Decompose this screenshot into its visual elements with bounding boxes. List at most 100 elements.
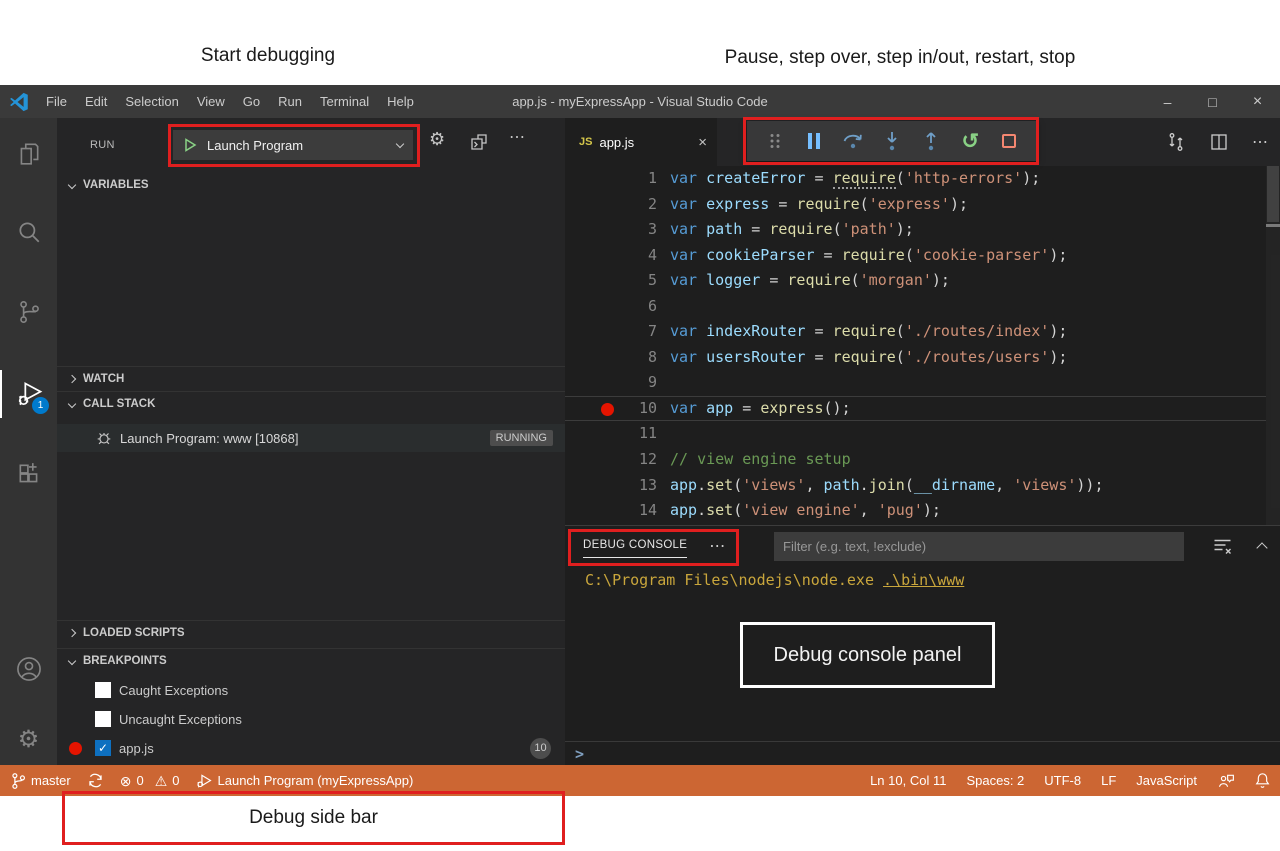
code-line-14: 14 app.set('view engine', 'pug'); bbox=[565, 498, 1266, 524]
accounts-icon[interactable] bbox=[0, 645, 57, 693]
breakpoint-checkbox[interactable] bbox=[95, 682, 111, 698]
cursor-position[interactable]: Ln 10, Col 11 bbox=[870, 773, 946, 788]
menu-edit[interactable]: Edit bbox=[76, 85, 116, 118]
step-into-icon bbox=[880, 129, 904, 153]
open-changes-icon[interactable] bbox=[1166, 132, 1186, 152]
menu-view[interactable]: View bbox=[188, 85, 234, 118]
console-output: C:\Program Files\nodejs\node.exe .\bin\w… bbox=[585, 571, 964, 589]
debug-toolbar: ↺ bbox=[747, 121, 1037, 161]
chevron-down-icon bbox=[68, 180, 76, 188]
tab-close-icon[interactable]: × bbox=[698, 134, 707, 151]
breakpoint-row-uncaught-exceptions[interactable]: Uncaught Exceptions bbox=[57, 705, 565, 733]
launch-config-dropdown[interactable]: Launch Program bbox=[173, 130, 413, 160]
sync-button[interactable] bbox=[87, 772, 104, 789]
menu-go[interactable]: Go bbox=[234, 85, 269, 118]
line-number[interactable]: 1 bbox=[565, 166, 657, 192]
code-line-12: 12 // view engine setup bbox=[565, 447, 1266, 473]
step-into-button[interactable] bbox=[879, 128, 905, 154]
scrollbar-thumb[interactable] bbox=[1267, 166, 1279, 222]
restart-button[interactable]: ↺ bbox=[957, 128, 983, 154]
section-watch[interactable]: WATCH bbox=[57, 366, 565, 391]
menu-help[interactable]: Help bbox=[378, 85, 423, 118]
line-number[interactable]: 12 bbox=[565, 447, 657, 473]
editor-more-actions-icon[interactable]: ⋯ bbox=[1252, 132, 1268, 152]
tab-appjs[interactable]: JS app.js × bbox=[565, 118, 717, 166]
code-text: // view engine setup bbox=[670, 447, 851, 473]
settings-gear-icon[interactable]: ⚙ bbox=[0, 715, 57, 763]
menu-selection[interactable]: Selection bbox=[116, 85, 187, 118]
breakpoint-row-app-js[interactable]: ✓app.js10 bbox=[57, 734, 565, 762]
menu-file[interactable]: File bbox=[37, 85, 76, 118]
editor-scrollbar[interactable] bbox=[1266, 166, 1280, 525]
views-more-actions-icon[interactable]: ⋯ bbox=[509, 130, 525, 146]
step-over-button[interactable] bbox=[840, 128, 866, 154]
line-number[interactable]: 9 bbox=[565, 370, 657, 396]
panel-more-tabs-icon[interactable]: ⋯ bbox=[709, 536, 725, 556]
notifications-button[interactable] bbox=[1255, 772, 1270, 789]
feedback-button[interactable] bbox=[1217, 773, 1235, 789]
source-control-icon[interactable] bbox=[0, 288, 57, 336]
step-out-button[interactable] bbox=[918, 128, 944, 154]
search-icon[interactable] bbox=[0, 208, 57, 256]
explorer-icon[interactable] bbox=[0, 130, 57, 178]
section-call-stack[interactable]: CALL STACK bbox=[57, 391, 565, 416]
debug-start-icon bbox=[196, 772, 213, 789]
title-bar: FileEditSelectionViewGoRunTerminalHelp a… bbox=[0, 85, 1280, 118]
breakpoint-row-caught-exceptions[interactable]: Caught Exceptions bbox=[57, 676, 565, 704]
breakpoint-checkbox[interactable] bbox=[95, 711, 111, 727]
line-number[interactable]: 8 bbox=[565, 345, 657, 371]
code-line-1: 1var createError = require('http-errors'… bbox=[565, 166, 1266, 192]
line-number[interactable]: 4 bbox=[565, 243, 657, 269]
maximize-button[interactable]: □ bbox=[1190, 85, 1235, 118]
menu-run[interactable]: Run bbox=[269, 85, 311, 118]
minimize-button[interactable]: – bbox=[1145, 85, 1190, 118]
eol-indicator[interactable]: LF bbox=[1101, 773, 1116, 788]
line-number[interactable]: 7 bbox=[565, 319, 657, 345]
problems-indicator[interactable]: ⊗ 0 ⚠ 0 bbox=[120, 773, 180, 788]
breakpoint-dot[interactable] bbox=[601, 403, 614, 416]
pause-button[interactable] bbox=[801, 128, 827, 154]
clear-console-icon[interactable] bbox=[1213, 538, 1232, 555]
split-editor-icon[interactable] bbox=[1210, 133, 1228, 151]
line-number[interactable]: 10 bbox=[565, 397, 657, 421]
code-text: var indexRouter = require('./routes/inde… bbox=[670, 319, 1067, 345]
code-text: app.set('view engine', 'pug'); bbox=[670, 498, 941, 524]
console-output-link[interactable]: .\bin\www bbox=[883, 571, 964, 589]
close-button[interactable]: × bbox=[1235, 85, 1280, 118]
restart-icon: ↺ bbox=[961, 131, 979, 152]
extensions-icon[interactable] bbox=[0, 450, 57, 498]
tab-debug-console[interactable]: DEBUG CONSOLE bbox=[583, 535, 687, 558]
launch-settings-gear-icon[interactable]: ⚙ bbox=[429, 130, 445, 148]
call-stack-session-row[interactable]: Launch Program: www [10868] RUNNING bbox=[57, 424, 565, 452]
section-loaded-scripts[interactable]: LOADED SCRIPTS bbox=[57, 620, 565, 645]
run-debug-icon[interactable]: 1 bbox=[0, 370, 57, 418]
code-text: app.set('views', path.join(__dirname, 'v… bbox=[670, 473, 1104, 499]
code-lines[interactable]: 1var createError = require('http-errors'… bbox=[565, 166, 1266, 525]
line-number[interactable]: 2 bbox=[565, 192, 657, 218]
line-number[interactable]: 14 bbox=[565, 498, 657, 524]
console-input-row[interactable]: > bbox=[565, 741, 1280, 765]
line-number[interactable]: 5 bbox=[565, 268, 657, 294]
maximize-panel-icon[interactable] bbox=[1256, 542, 1267, 553]
debug-console-toggle-icon[interactable] bbox=[469, 133, 489, 153]
debug-target-indicator[interactable]: Launch Program (myExpressApp) bbox=[196, 772, 414, 789]
annotation-box-debug-console-panel: Debug console panel bbox=[740, 622, 995, 688]
language-indicator[interactable]: JavaScript bbox=[1136, 773, 1197, 788]
debug-badge: 1 bbox=[32, 397, 49, 414]
line-number[interactable]: 13 bbox=[565, 473, 657, 499]
section-variables[interactable]: VARIABLES bbox=[57, 172, 565, 197]
console-filter-input[interactable] bbox=[774, 532, 1184, 561]
line-number[interactable]: 6 bbox=[565, 294, 657, 320]
indentation-indicator[interactable]: Spaces: 2 bbox=[966, 773, 1024, 788]
menu-terminal[interactable]: Terminal bbox=[311, 85, 378, 118]
encoding-indicator[interactable]: UTF-8 bbox=[1044, 773, 1081, 788]
debug-session-bug-icon bbox=[95, 429, 113, 447]
line-number[interactable]: 11 bbox=[565, 421, 657, 447]
section-breakpoints[interactable]: BREAKPOINTS bbox=[57, 648, 565, 673]
stop-button[interactable] bbox=[996, 128, 1022, 154]
breakpoint-checkbox[interactable]: ✓ bbox=[95, 740, 111, 756]
toolbar-drag-handle[interactable] bbox=[762, 128, 788, 154]
branch-indicator[interactable]: master bbox=[10, 772, 71, 790]
line-number[interactable]: 3 bbox=[565, 217, 657, 243]
chevron-down-icon bbox=[68, 400, 76, 408]
